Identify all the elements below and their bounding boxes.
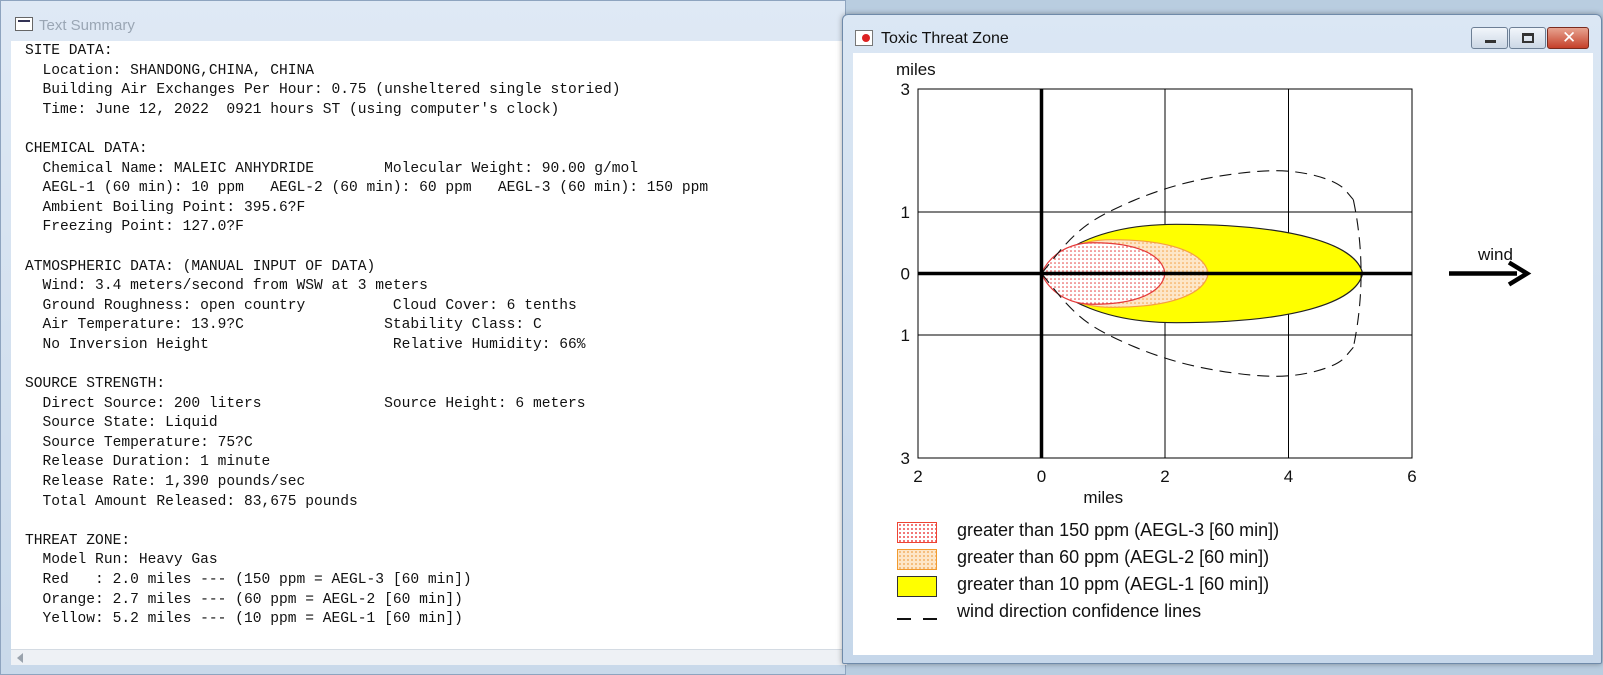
summary-line: Ground Roughness: open country Cloud Cov…: [25, 297, 577, 314]
text-summary-title: Text Summary: [39, 17, 135, 34]
summary-line: Freezing Point: 127.0?F: [25, 219, 244, 236]
legend-label-orange: greater than 60 ppm (AEGL-2 [60 min]): [957, 547, 1270, 567]
legend-label-red: greater than 150 ppm (AEGL-3 [60 min]): [957, 520, 1280, 540]
summary-line: Orange: 2.7 miles --- (60 ppm = AEGL-2 […: [25, 591, 463, 608]
minimize-icon: [1485, 40, 1496, 43]
summary-line: Total Amount Released: 83,675 pounds: [25, 493, 358, 510]
y-tick-label: 1: [901, 326, 910, 345]
summary-line: [25, 237, 847, 257]
summary-line: CHEMICAL DATA:: [25, 140, 148, 157]
y-tick-label: 3: [901, 449, 910, 468]
legend-label-confidence: wind direction confidence lines: [957, 601, 1202, 621]
summary-line: Chemical Name: MALEIC ANHYDRIDE Molecula…: [25, 160, 639, 177]
summary-line: THREAT ZONE:: [25, 532, 131, 549]
close-button[interactable]: ✕: [1547, 27, 1589, 49]
summary-line: Building Air Exchanges Per Hour: 0.75 (u…: [25, 82, 621, 99]
document-icon: [15, 17, 33, 31]
threat-zone-window: Toxic Threat Zone ✕ 2 0 2 4 6 3 1 0 1 3 miles miles…: [842, 14, 1602, 664]
summary-line: Source Temperature: 75?C: [25, 434, 253, 451]
summary-line: [25, 355, 847, 375]
summary-line: Air Temperature: 13.9?C Stability Class:…: [25, 317, 542, 334]
summary-line: Red : 2.0 miles --- (150 ppm = AEGL-3 [6…: [25, 572, 472, 589]
close-icon: ✕: [1562, 28, 1577, 48]
horizontal-scrollbar[interactable]: [11, 649, 847, 665]
summary-line: Time: June 12, 2022 0921 hours ST (using…: [25, 101, 560, 118]
summary-line: Model Run: Heavy Gas: [25, 552, 218, 569]
summary-line: Wind: 3.4 meters/second from WSW at 3 me…: [25, 278, 428, 295]
summary-line: AEGL-1 (60 min): 10 ppm AEGL-2 (60 min):…: [25, 180, 709, 197]
summary-line: Release Duration: 1 minute: [25, 454, 271, 471]
threat-zone-titlebar[interactable]: Toxic Threat Zone ✕: [843, 15, 1601, 53]
text-summary-body: SITE DATA: Location: SHANDONG,CHINA, CHI…: [11, 41, 847, 649]
legend-swatch-yellow: [897, 576, 937, 597]
y-tick-label: 3: [901, 80, 910, 99]
summary-line: ATMOSPHERIC DATA: (MANUAL INPUT OF DATA): [25, 258, 376, 275]
maximize-button[interactable]: [1509, 27, 1546, 49]
summary-line: Yellow: 5.2 miles --- (10 ppm = AEGL-1 […: [25, 611, 463, 628]
summary-line: SITE DATA:: [25, 43, 113, 59]
summary-line: Location: SHANDONG,CHINA, CHINA: [25, 62, 315, 79]
summary-line: [25, 119, 847, 139]
legend-label-yellow: greater than 10 ppm (AEGL-1 [60 min]): [957, 574, 1270, 594]
summary-line: No Inversion Height Relative Humidity: 6…: [25, 336, 586, 353]
summary-line: SOURCE STRENGTH:: [25, 376, 166, 393]
summary-line: Release Rate: 1,390 pounds/sec: [25, 474, 306, 491]
text-summary-window: Text Summary SITE DATA: Location: SHANDO…: [0, 0, 847, 675]
summary-line: Source State: Liquid: [25, 415, 218, 432]
app-icon: [855, 30, 873, 46]
threat-zone-title: Toxic Threat Zone: [881, 30, 1009, 47]
x-axis-title: miles: [1083, 488, 1123, 507]
y-tick-label: 0: [901, 265, 910, 284]
x-tick-label: 4: [1284, 467, 1293, 486]
summary-line: [25, 511, 847, 531]
minimize-button[interactable]: [1471, 27, 1508, 49]
threat-zone-chart: 2 0 2 4 631013milesmileswind: [896, 60, 1532, 507]
legend-swatch-orange: [897, 549, 937, 570]
threat-zone-body: 2 0 2 4 6 3 1 0 1 3 miles miles wind greater than 15…: [853, 53, 1593, 655]
legend-swatch-red: [897, 522, 937, 543]
x-tick-label: 0: [1037, 467, 1046, 486]
summary-text: SITE DATA: Location: SHANDONG,CHINA, CHI…: [11, 41, 847, 629]
x-tick-label: 2: [913, 467, 922, 486]
legend-swatch-dashed: [897, 603, 937, 624]
wind-label: wind: [1477, 245, 1513, 264]
y-axis-title: miles: [896, 60, 936, 79]
maximize-icon: [1522, 33, 1534, 43]
text-summary-titlebar[interactable]: Text Summary: [1, 1, 845, 41]
x-tick-label: 6: [1407, 467, 1416, 486]
summary-line: Direct Source: 200 liters Source Height:…: [25, 395, 586, 412]
x-tick-label: 2: [1160, 467, 1169, 486]
scroll-left-icon[interactable]: [17, 653, 23, 663]
summary-line: Ambient Boiling Point: 395.6?F: [25, 199, 306, 216]
y-tick-label: 1: [901, 203, 910, 222]
